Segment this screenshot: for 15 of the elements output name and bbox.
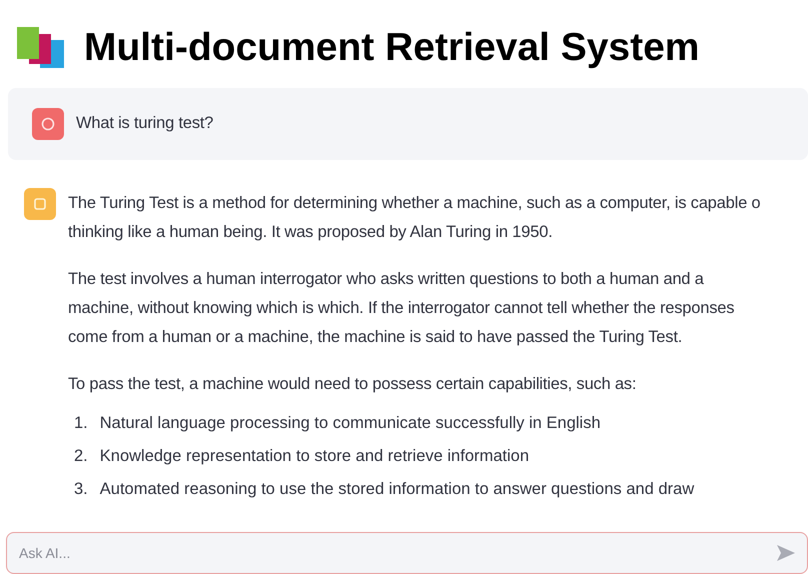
app-title: Multi-document Retrieval System [84, 24, 700, 71]
list-number: 1. [74, 413, 88, 434]
bot-avatar-icon [24, 188, 56, 220]
message-text: The Turing Test is a method for determining whether a machine, such as a computer, is capable o thinking like a human being. It was proposed by Alan Turing in 1950. [68, 193, 760, 243]
list-number: 3. [74, 479, 88, 500]
list-item-text: Knowledge representation to store and retrieve information [100, 446, 530, 467]
message-text: The test involves a human interrogator who asks written questions to both a human and a machine, without knowing which is which. If the interrogator cannot tell whether the responses come from a human or a machine, the machine is said to have passed the Turing Test. [68, 269, 736, 348]
user-avatar-icon [32, 108, 64, 140]
send-icon[interactable] [776, 544, 796, 562]
message-text: What is turing test? [76, 113, 214, 134]
list-item-text: Natural language processing to communicate successfully in English [100, 413, 601, 434]
list-number: 2. [74, 446, 88, 467]
list-item-text: Automated reasoning to use the stored information to answer questions and draw [100, 479, 694, 500]
message-text: To pass the test, a machine would need to possess certain capabilities, such as: [68, 374, 638, 395]
chat-input[interactable]: Ask AI... [6, 532, 808, 574]
